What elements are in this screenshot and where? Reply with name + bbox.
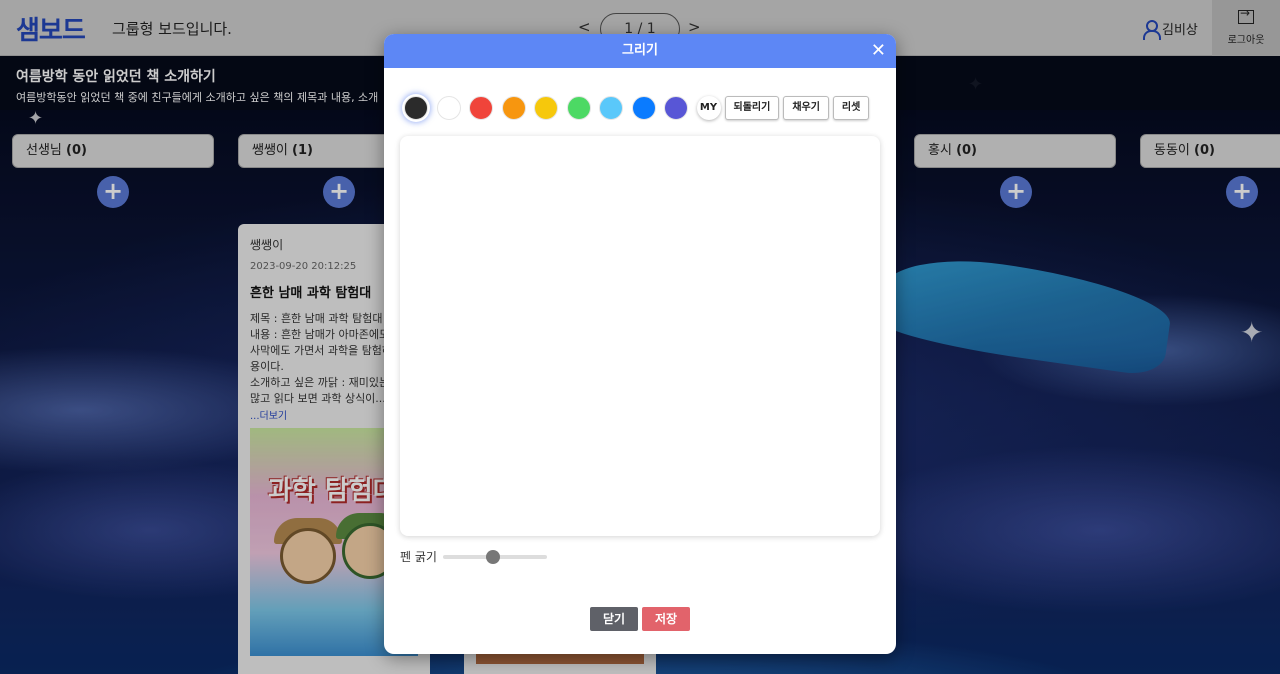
undo-button[interactable]: 되돌리기 bbox=[724, 96, 780, 120]
my-color-button[interactable]: MY bbox=[697, 96, 721, 120]
color-swatch[interactable] bbox=[599, 96, 623, 120]
color-swatch[interactable] bbox=[501, 96, 526, 120]
modal-title: 그리기 bbox=[622, 43, 658, 58]
color-swatch[interactable] bbox=[631, 96, 656, 120]
modal-header: 그리기 ✕ bbox=[384, 34, 896, 68]
close-icon[interactable]: ✕ bbox=[871, 34, 886, 68]
color-swatch[interactable] bbox=[404, 96, 428, 120]
color-swatch[interactable] bbox=[664, 96, 688, 120]
save-button[interactable]: 저장 bbox=[642, 607, 690, 631]
color-swatch[interactable] bbox=[566, 96, 591, 120]
pen-thickness-slider[interactable] bbox=[442, 549, 547, 564]
color-palette: MY 되돌리기 채우기 리셋 bbox=[404, 96, 873, 120]
pen-thickness-label: 펜 굵기 bbox=[400, 550, 437, 564]
drawing-canvas[interactable] bbox=[400, 136, 880, 536]
drawing-modal: 그리기 ✕ MY 되돌리기 채우기 리셋 펜 굵기 닫기 저장 bbox=[384, 34, 896, 654]
color-swatch[interactable] bbox=[436, 96, 461, 120]
close-button[interactable]: 닫기 bbox=[590, 607, 638, 631]
color-swatch[interactable] bbox=[534, 96, 558, 120]
pen-thickness-control: 펜 굵기 bbox=[400, 548, 547, 565]
fill-button[interactable]: 채우기 bbox=[783, 96, 829, 120]
color-swatch[interactable] bbox=[469, 96, 493, 120]
reset-button[interactable]: 리셋 bbox=[832, 96, 870, 120]
slider-handle[interactable] bbox=[485, 549, 500, 564]
